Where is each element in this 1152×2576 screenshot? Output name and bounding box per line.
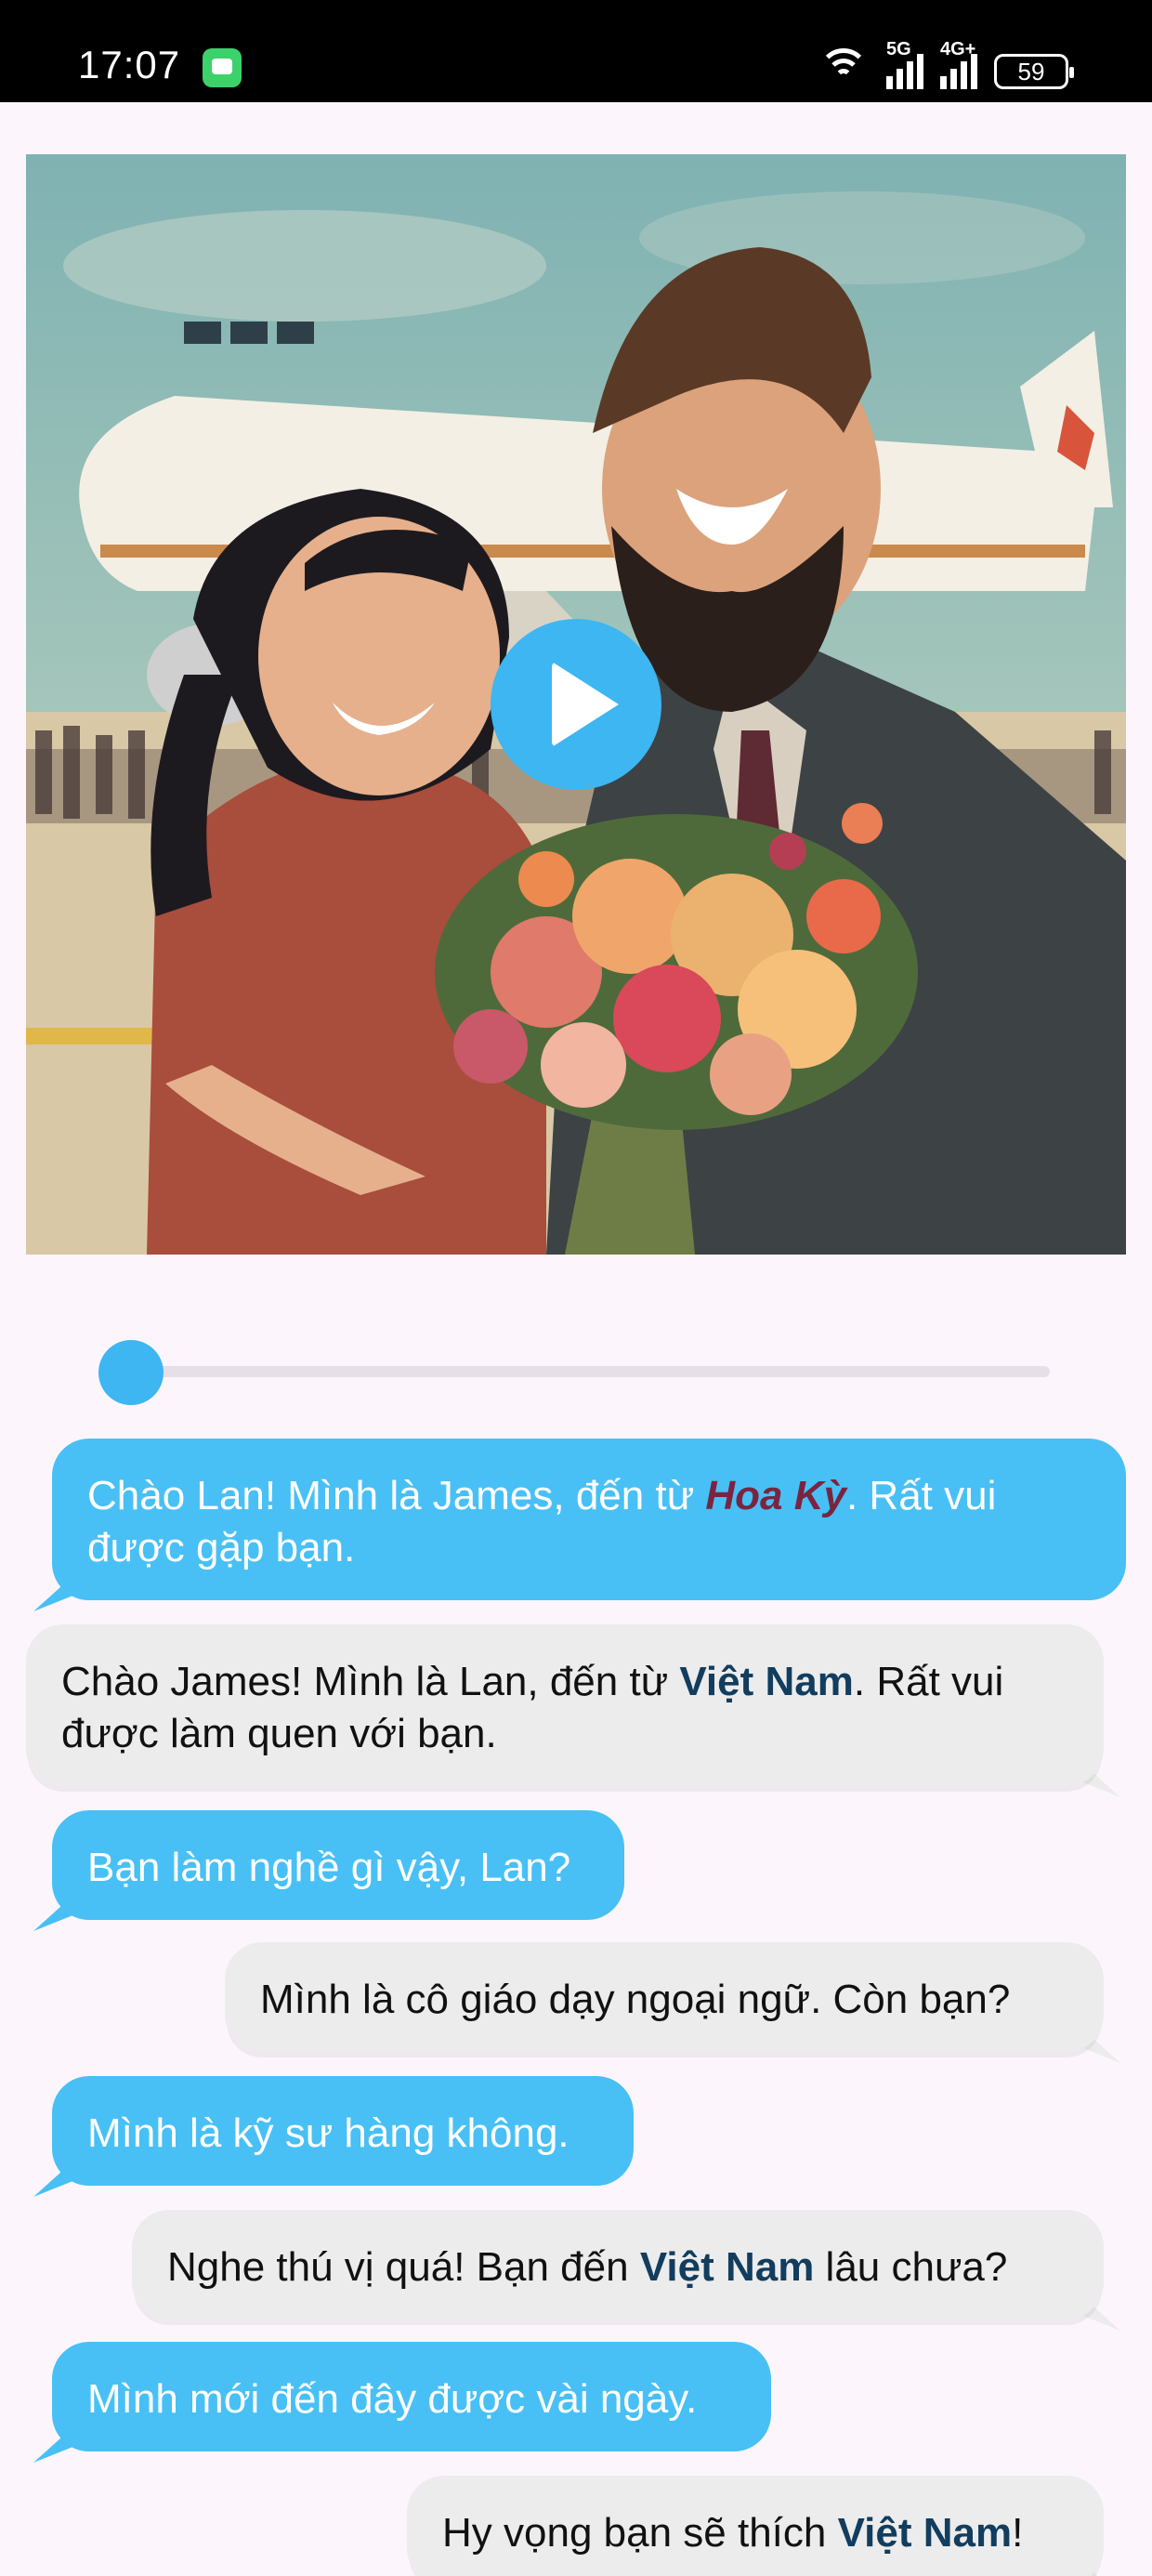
slider-track[interactable]: [130, 1366, 1050, 1377]
chat-message-text: Mình mới đến đây được vài ngày.: [52, 2342, 771, 2451]
message-text: Mình mới đến đây được vài ngày.: [87, 2376, 698, 2422]
message-text: Chào Lan! Mình là James, đến từ: [87, 1473, 706, 1518]
playback-slider[interactable]: [98, 1338, 1050, 1405]
highlighted-word: Hoa Kỳ: [705, 1473, 846, 1518]
battery-level: 59: [1017, 57, 1045, 85]
signal-5g-icon: 5G: [886, 39, 923, 89]
message-text: Hy vọng bạn sẽ thích: [442, 2510, 838, 2556]
message-text: lâu chưa?: [814, 2244, 1008, 2290]
message-text: Mình là kỹ sư hàng không.: [87, 2110, 569, 2156]
chat-message-text: Chào James! Mình là Lan, đến từ Việt Nam…: [26, 1624, 1104, 1786]
signal-4g-icon: 4G+: [940, 39, 977, 89]
messages-notification-icon: [203, 48, 242, 87]
play-button[interactable]: [491, 619, 661, 790]
chat-message-text: Nghe thú vị quá! Bạn đến Việt Nam lâu ch…: [132, 2210, 1104, 2320]
highlighted-word: Việt Nam: [837, 2510, 1013, 2556]
signal-1-label: 5G: [886, 39, 911, 59]
chat-message-left[interactable]: Mình là kỹ sư hàng không.: [33, 2076, 634, 2197]
status-bar: 17:07 5G 4G+ 59: [0, 0, 1152, 102]
highlighted-word: Việt Nam: [639, 2244, 815, 2290]
message-text: Mình là cô giáo dạy ngoại ngữ. Còn bạn?: [260, 1977, 1011, 2022]
chat-message-left[interactable]: Mình mới đến đây được vài ngày.: [33, 2342, 771, 2463]
video-player[interactable]: [26, 154, 1126, 1255]
message-text: Bạn làm nghề gì vậy, Lan?: [87, 1845, 571, 1890]
chat-message-left[interactable]: Chào Lan! Mình là James, đến từ Hoa Kỳ. …: [33, 1439, 1126, 1611]
signal-2-label: 4G+: [940, 39, 976, 59]
wifi-icon: [818, 48, 870, 89]
status-time: 17:07: [78, 43, 181, 86]
status-icons: 5G 4G+ 59: [818, 39, 1074, 89]
chat-message-text: Mình là kỹ sư hàng không.: [52, 2076, 634, 2186]
chat-message-text: Hy vọng bạn sẽ thích Việt Nam!: [407, 2476, 1104, 2576]
chat-message-text: Chào Lan! Mình là James, đến từ Hoa Kỳ. …: [52, 1439, 1126, 1600]
chat-message-right[interactable]: Hy vọng bạn sẽ thích Việt Nam!: [407, 2476, 1120, 2576]
message-text: Nghe thú vị quá! Bạn đến: [167, 2244, 640, 2290]
chat-message-left[interactable]: Bạn làm nghề gì vậy, Lan?: [33, 1810, 624, 1931]
chat-message-right[interactable]: Nghe thú vị quá! Bạn đến Việt Nam lâu ch…: [132, 2210, 1120, 2331]
chat-message-text: Bạn làm nghề gì vậy, Lan?: [52, 1810, 624, 1920]
message-text: !: [1012, 2510, 1024, 2556]
highlighted-word: Việt Nam: [679, 1659, 854, 1704]
chat-message-text: Mình là cô giáo dạy ngoại ngữ. Còn bạn?: [225, 1942, 1104, 2052]
chat-message-right[interactable]: Mình là cô giáo dạy ngoại ngữ. Còn bạn?: [225, 1942, 1120, 2063]
message-text: Chào James! Mình là Lan, đến từ: [61, 1659, 680, 1704]
battery-icon: 59: [994, 54, 1074, 89]
chat-message-right[interactable]: Chào James! Mình là Lan, đến từ Việt Nam…: [26, 1624, 1120, 1797]
slider-thumb[interactable]: [98, 1340, 164, 1405]
